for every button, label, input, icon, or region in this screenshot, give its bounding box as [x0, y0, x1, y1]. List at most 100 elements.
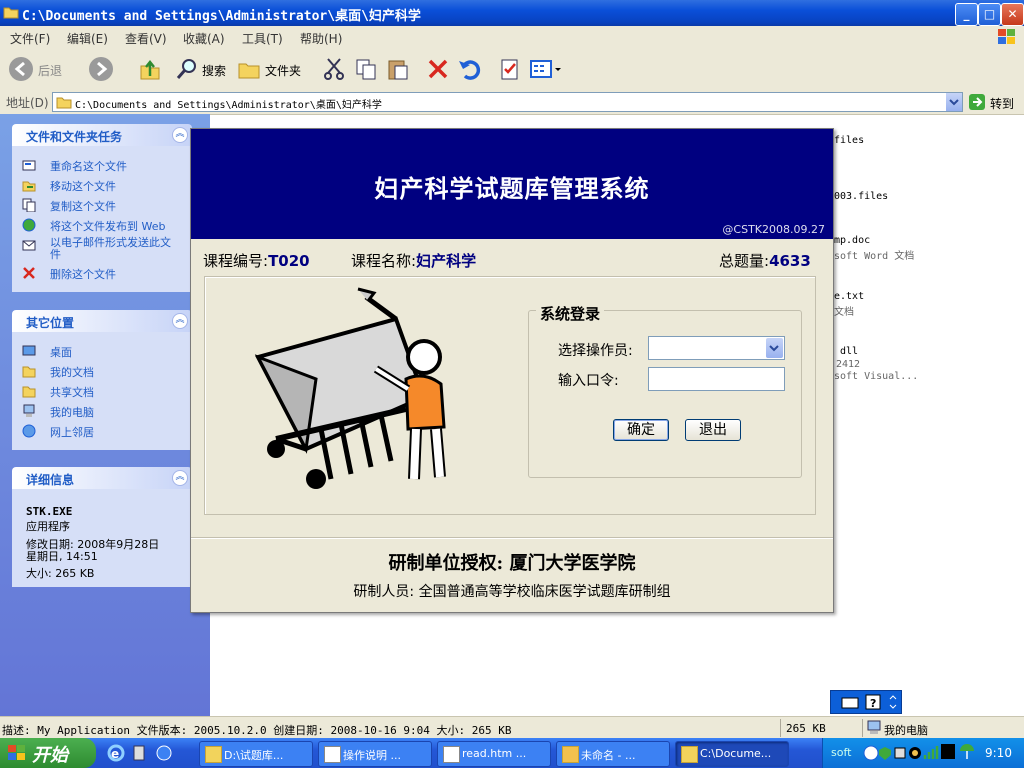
search-icon[interactable]	[175, 57, 199, 81]
address-input[interactable]: C:\Documents and Settings\Administrator\…	[52, 92, 963, 112]
total-questions: 总题量:4633	[719, 252, 811, 270]
credit-organization: 研制单位授权: 厦门大学医学院	[388, 553, 636, 574]
globe-icon	[22, 218, 36, 232]
help-icon[interactable]: ?	[865, 694, 881, 710]
delete-icon[interactable]	[426, 57, 450, 81]
umbrella-icon[interactable]	[959, 743, 975, 761]
operator-label: 选择操作员:	[558, 343, 633, 359]
back-button[interactable]: 后退	[38, 62, 62, 79]
file-tasks-header[interactable]: 文件和文件夹任务 ︽	[12, 124, 192, 146]
details-header[interactable]: 详细信息 ︽	[12, 467, 192, 489]
minimize-button[interactable]: _	[955, 3, 978, 26]
menu-tools[interactable]: 工具(T)	[242, 30, 283, 47]
file-type: 文档	[834, 307, 854, 318]
file-item[interactable]: mp.doc	[834, 235, 870, 246]
status-bar: 描述: My Application 文件版本: 2005.10.2.0 创建日…	[0, 716, 1024, 739]
menu-help[interactable]: 帮助(H)	[300, 30, 342, 47]
menu-view[interactable]: 查看(V)	[125, 30, 167, 47]
login-dialog: 妇产科学试题库管理系统 @CSTK2008.09.27 课程编号:T020 课程…	[190, 128, 834, 613]
undo-icon[interactable]	[457, 57, 481, 81]
maximize-button[interactable]: □	[978, 3, 1001, 26]
taskbar-item-5[interactable]: C:\Docume...	[675, 741, 789, 767]
file-item[interactable]: dll	[840, 346, 858, 357]
login-title: 系统登录	[536, 303, 605, 324]
status-description: 描述: My Application 文件版本: 2005.10.2.0 创建日…	[2, 724, 512, 737]
back-arrow-icon[interactable]	[8, 56, 34, 82]
taskbar-item-4[interactable]: 未命名 - ...	[556, 741, 670, 767]
address-label: 地址(D)	[6, 96, 49, 110]
status-size: 265 KB	[786, 722, 826, 735]
ok-button[interactable]: 确定	[613, 419, 669, 441]
media-player-icon[interactable]	[130, 744, 150, 762]
paste-icon[interactable]	[386, 57, 410, 81]
menu-favorites[interactable]: 收藏(A)	[183, 30, 225, 47]
file-item[interactable]: 003.files	[834, 191, 888, 202]
details-title: 详细信息	[26, 473, 75, 487]
menu-edit[interactable]: 编辑(E)	[67, 30, 108, 47]
forward-arrow-icon[interactable]	[88, 56, 114, 82]
toolbar: 后退 搜索 文件夹	[0, 48, 1024, 91]
move-icon	[22, 178, 36, 192]
file-item[interactable]: e.txt	[834, 291, 864, 302]
window-title: C:\Documents and Settings\Administrator\…	[22, 9, 421, 24]
operator-select[interactable]	[648, 336, 785, 360]
computer-icon	[867, 720, 881, 734]
version-label: @CSTK2008.09.27	[722, 223, 825, 236]
close-button[interactable]: ✕	[1001, 3, 1024, 26]
language-bar[interactable]: ?	[830, 690, 902, 714]
paint-icon	[562, 746, 579, 763]
file-item[interactable]: files	[834, 135, 864, 146]
copy-icon	[22, 198, 36, 213]
file-type: soft Visual...	[834, 371, 919, 382]
shopping-cart-figure-icon	[254, 287, 446, 489]
window-title-bar[interactable]: C:\Documents and Settings\Administrator\…	[0, 0, 1024, 26]
collapse-icon[interactable]: ︽	[172, 313, 188, 329]
other-places-header[interactable]: 其它位置 ︽	[12, 310, 192, 332]
detail-modified-time: 星期日, 14:51	[26, 550, 98, 563]
windows-logo-icon	[8, 745, 25, 760]
delete-icon	[22, 266, 36, 280]
ie-icon[interactable]: e	[106, 744, 126, 762]
start-button[interactable]: 开始	[0, 738, 96, 768]
go-button[interactable]: 转到	[966, 92, 1022, 111]
taskbar-item-3[interactable]: read.htm ...	[437, 741, 551, 767]
desktop-icon	[22, 344, 36, 358]
clock: 9:10	[985, 746, 1012, 760]
taskbar-item-1[interactable]: D:\试题库...	[199, 741, 313, 767]
file-tasks-panel: 重命名这个文件 移动这个文件 复制这个文件 将这个文件发布到 Web 以电子邮件…	[12, 146, 192, 292]
other-places-title: 其它位置	[26, 316, 75, 330]
svg-text:e: e	[111, 747, 119, 761]
exit-button[interactable]: 退出	[685, 419, 741, 441]
views-icon[interactable]	[529, 57, 563, 81]
file-tasks-title: 文件和文件夹任务	[26, 130, 123, 144]
go-arrow-icon	[969, 94, 985, 110]
collapse-icon[interactable]: ︽	[172, 470, 188, 486]
svg-text:?: ?	[870, 697, 876, 710]
up-folder-icon[interactable]	[138, 57, 162, 81]
divider	[191, 537, 833, 539]
operator-dropdown-button[interactable]	[766, 338, 783, 358]
computer-icon	[22, 404, 36, 418]
address-dropdown-button[interactable]	[946, 93, 962, 111]
menu-file[interactable]: 文件(F)	[10, 30, 50, 47]
password-label: 输入口令:	[558, 373, 619, 389]
document-icon	[324, 746, 341, 763]
copy-icon[interactable]	[354, 57, 378, 81]
detail-size: 大小: 265 KB	[26, 567, 95, 580]
collapse-icon[interactable]: ︽	[172, 127, 188, 143]
folders-icon[interactable]	[237, 57, 261, 81]
browser-icon[interactable]	[154, 744, 174, 762]
start-label: 开始	[32, 745, 68, 766]
password-input[interactable]	[648, 367, 785, 391]
ime-icon[interactable]	[941, 744, 955, 759]
taskbar-item-2[interactable]: 操作说明 ...	[318, 741, 432, 767]
divider	[862, 719, 863, 737]
properties-icon[interactable]	[498, 57, 522, 81]
search-button[interactable]: 搜索	[202, 62, 226, 79]
tray-text: soft	[831, 746, 852, 759]
folders-button[interactable]: 文件夹	[265, 62, 301, 79]
notepad-icon	[443, 746, 460, 763]
keyboard-icon[interactable]	[841, 695, 859, 709]
chevron-icon[interactable]	[888, 693, 898, 711]
cut-icon[interactable]	[322, 57, 346, 81]
